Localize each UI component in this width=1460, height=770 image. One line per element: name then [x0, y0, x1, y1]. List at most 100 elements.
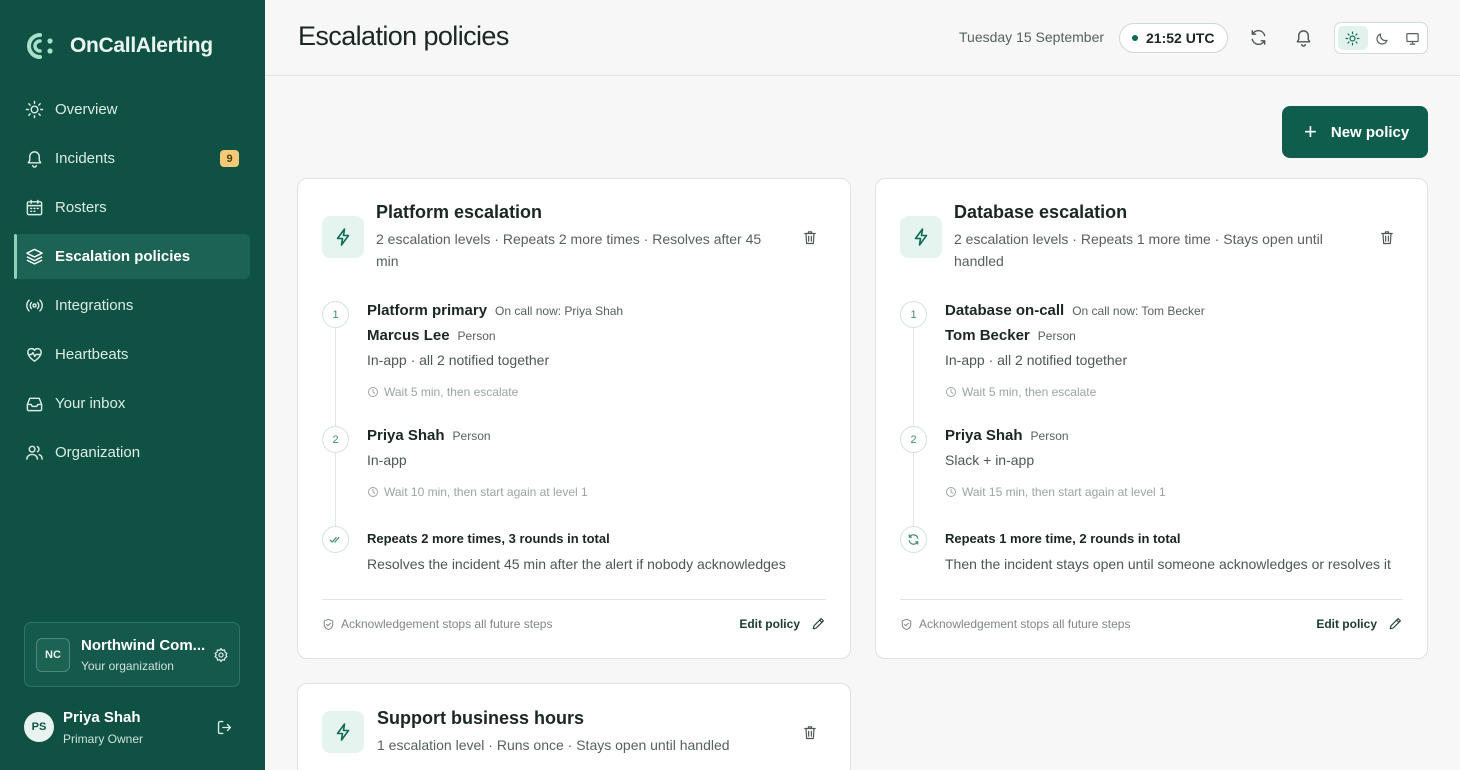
clock-icon: [946, 387, 956, 397]
plus-icon: +: [1304, 119, 1317, 144]
policy-icon-tile: [900, 216, 942, 258]
clock-icon: [368, 387, 378, 397]
user-profile[interactable]: PS Priya Shah Primary Owner: [24, 704, 240, 750]
logout-icon[interactable]: [216, 719, 233, 736]
person-name: Marcus Lee: [367, 327, 450, 344]
repeat-summary: Repeats 1 more time, 2 rounds in total: [945, 531, 1181, 546]
policy-card-database-escalation: Database escalation 2 escalation levels …: [875, 178, 1428, 659]
edit-policy-label: Edit policy: [1316, 616, 1377, 631]
theme-light-button[interactable]: [1338, 26, 1368, 50]
heart-pulse-icon: [27, 347, 42, 362]
notifications-bell-icon[interactable]: [1294, 28, 1313, 47]
user-role: Primary Owner: [63, 731, 144, 746]
resolve-step-marker: [322, 526, 349, 553]
sun-icon: [1345, 31, 1360, 45]
refresh-icon[interactable]: [1249, 28, 1268, 47]
level-wait: Wait 10 min, then start again at level 1: [367, 485, 588, 499]
user-name: Priya Shah: [63, 708, 141, 726]
layers-icon: [26, 248, 43, 265]
refresh-icon: [908, 534, 919, 545]
level-name: Database on-call: [945, 302, 1065, 319]
person-type: Person: [1037, 329, 1076, 343]
gear-icon[interactable]: [213, 647, 229, 663]
utc-clock: 21:52 UTC: [1119, 23, 1228, 53]
sidebar-nav: Overview Incidents 9 Rosters Escalation …: [14, 87, 250, 479]
current-date: Tuesday 15 September: [959, 29, 1105, 45]
policy-icon-tile: [322, 711, 364, 753]
wait-text: Wait 15 min, then start again at level 1: [962, 485, 1166, 499]
level-number: 2: [900, 426, 927, 453]
ack-note-text: Acknowledgement stops all future steps: [341, 617, 553, 631]
oncall-now: On call now: Tom Becker: [1072, 304, 1205, 318]
level-wait: Wait 5 min, then escalate: [367, 385, 518, 399]
level-number: 1: [900, 301, 927, 328]
sidebar-item-escalation-policies[interactable]: Escalation policies: [14, 234, 250, 279]
shield-check-icon: [901, 618, 912, 630]
brand[interactable]: OnCallAlerting: [25, 31, 213, 61]
edit-policy-button[interactable]: Edit policy: [1316, 616, 1403, 631]
person-type: Person: [1030, 429, 1069, 443]
clock-icon: [946, 487, 956, 497]
policy-summary: 1 escalation level · Runs once · Stays o…: [377, 737, 730, 753]
policy-card-support-business-hours: Support business hours 1 escalation leve…: [297, 683, 851, 770]
sidebar-item-label: Overview: [55, 101, 118, 118]
level-channel: In-app · all 2 notified together: [367, 352, 550, 368]
repeat-summary: Repeats 2 more times, 3 rounds in total: [367, 531, 610, 546]
wait-text: Wait 5 min, then escalate: [962, 385, 1097, 399]
lightning-icon: [336, 228, 350, 246]
sidebar-item-label: Rosters: [55, 199, 107, 216]
sidebar-item-rosters[interactable]: Rosters: [14, 185, 250, 230]
sidebar-item-integrations[interactable]: Integrations: [14, 283, 250, 328]
sidebar-item-label: Incidents: [55, 150, 116, 167]
sun-icon: [25, 100, 44, 119]
delete-policy-trash-icon[interactable]: [802, 724, 818, 741]
delete-policy-trash-icon[interactable]: [1379, 229, 1395, 246]
monitor-icon: [1405, 32, 1419, 45]
sidebar-item-heartbeats[interactable]: Heartbeats: [14, 332, 250, 377]
oncall-now: On call now: Priya Shah: [495, 304, 624, 318]
sidebar-item-label: Heartbeats: [55, 346, 129, 363]
pencil-icon: [1389, 618, 1401, 630]
pencil-icon: [812, 618, 824, 630]
repeat-description: Resolves the incident 45 min after the a…: [367, 556, 786, 572]
level-number: 1: [322, 301, 349, 328]
delete-policy-trash-icon[interactable]: [802, 229, 818, 246]
shield-check-icon: [323, 618, 334, 630]
new-policy-label: New policy: [1330, 123, 1410, 141]
new-policy-button[interactable]: + New policy: [1282, 106, 1428, 158]
page-title: Escalation policies: [298, 21, 509, 51]
person-name: Priya Shah: [945, 427, 1023, 444]
policy-title[interactable]: Database escalation: [954, 202, 1127, 223]
level-name: Platform primary: [367, 302, 488, 319]
person-name: Tom Becker: [945, 327, 1030, 344]
edit-policy-button[interactable]: Edit policy: [739, 616, 826, 631]
level-title: Platform primary On call now: Priya Shah: [367, 302, 623, 319]
avatar: PS: [24, 712, 54, 742]
repeat-step-marker: [900, 526, 927, 553]
organization-switcher[interactable]: NC Northwind Com... Your organization: [24, 622, 240, 687]
sidebar-item-label: Escalation policies: [55, 248, 191, 265]
card-divider: [900, 599, 1403, 600]
users-icon: [26, 445, 43, 460]
lightning-icon: [914, 228, 928, 246]
moon-icon: [1376, 32, 1388, 45]
sidebar-item-your-inbox[interactable]: Your inbox: [14, 381, 250, 426]
sidebar-item-overview[interactable]: Overview: [14, 87, 250, 132]
inbox-icon: [26, 397, 43, 412]
sidebar-item-label: Your inbox: [55, 395, 126, 412]
policy-title[interactable]: Platform escalation: [376, 202, 542, 223]
calendar-icon: [26, 199, 43, 216]
theme-system-button[interactable]: [1397, 26, 1427, 50]
lightning-icon: [336, 723, 350, 741]
acknowledgement-note: Acknowledgement stops all future steps: [322, 617, 552, 631]
policy-title[interactable]: Support business hours: [377, 708, 584, 729]
sidebar-item-incidents[interactable]: Incidents 9: [14, 136, 250, 181]
broadcast-icon: [26, 299, 43, 312]
policy-summary: 2 escalation levels · Repeats 2 more tim…: [376, 231, 762, 269]
clock-time: 21:52 UTC: [1146, 30, 1215, 46]
sidebar-item-organization[interactable]: Organization: [14, 430, 250, 475]
theme-dark-button[interactable]: [1368, 26, 1398, 50]
status-dot-icon: [1132, 35, 1138, 41]
policy-icon-tile: [322, 216, 364, 258]
double-check-icon: [329, 536, 340, 543]
